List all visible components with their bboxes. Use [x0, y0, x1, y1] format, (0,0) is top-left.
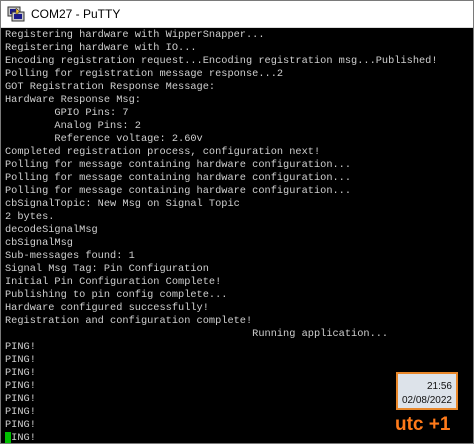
terminal-line: cbSignalMsg	[5, 237, 73, 249]
terminal-line: Polling for message containing hardware …	[5, 159, 352, 171]
terminal-line: Reference voltage: 2.60v	[5, 133, 203, 145]
terminal-line: GPIO Pins: 7	[5, 107, 129, 119]
terminal-line: Analog Pins: 2	[5, 120, 141, 132]
terminal-line: Registration and configuration complete!	[5, 315, 253, 327]
window-title: COM27 - PuTTY	[31, 7, 121, 21]
title-bar[interactable]: COM27 - PuTTY	[1, 1, 473, 28]
timezone-label: utc +1	[395, 414, 451, 435]
terminal-line: PING!	[5, 406, 36, 418]
terminal-line: decodeSignalMsg	[5, 224, 98, 236]
terminal-line: PING!	[5, 367, 36, 379]
terminal-line: Registering hardware with WipperSnapper.…	[5, 29, 265, 41]
terminal-line: Polling for message containing hardware …	[5, 172, 352, 184]
terminal-line: Encoding registration request...Encoding…	[5, 55, 438, 67]
terminal-cursor	[5, 432, 11, 443]
clock-overlay: 21:56 02/08/2022	[396, 372, 458, 410]
clock-date: 02/08/2022	[401, 395, 452, 406]
terminal-line: 2 bytes.	[5, 211, 55, 223]
terminal-line: cbSignalTopic: New Msg on Signal Topic	[5, 198, 240, 210]
terminal-line: Polling for registration message respons…	[5, 68, 284, 80]
terminal-line: Hardware configured successfully!	[5, 302, 209, 314]
terminal-line: Completed registration process, configur…	[5, 146, 321, 158]
terminal-line: Polling for message containing hardware …	[5, 185, 352, 197]
terminal-line: Initial Pin Configuration Complete!	[5, 276, 222, 288]
putty-icon[interactable]	[7, 6, 25, 22]
terminal-line: Publishing to pin config complete...	[5, 289, 228, 301]
terminal-line: GOT Registration Response Message:	[5, 81, 216, 93]
terminal-line: Registering hardware with IO...	[5, 42, 197, 54]
terminal-line: Hardware Response Msg:	[5, 94, 141, 106]
terminal-line: PING!	[5, 354, 36, 366]
terminal-line: PING!	[5, 341, 36, 353]
terminal-line: Sub-messages found: 1	[5, 250, 135, 262]
terminal-line: Signal Msg Tag: Pin Configuration	[5, 263, 209, 275]
terminal-line: PING!	[5, 393, 36, 405]
terminal-line: PING!	[5, 419, 36, 431]
terminal-line: PING!	[5, 380, 36, 392]
terminal-line: Running application...	[5, 328, 389, 340]
clock-time: 21:56	[426, 381, 452, 392]
